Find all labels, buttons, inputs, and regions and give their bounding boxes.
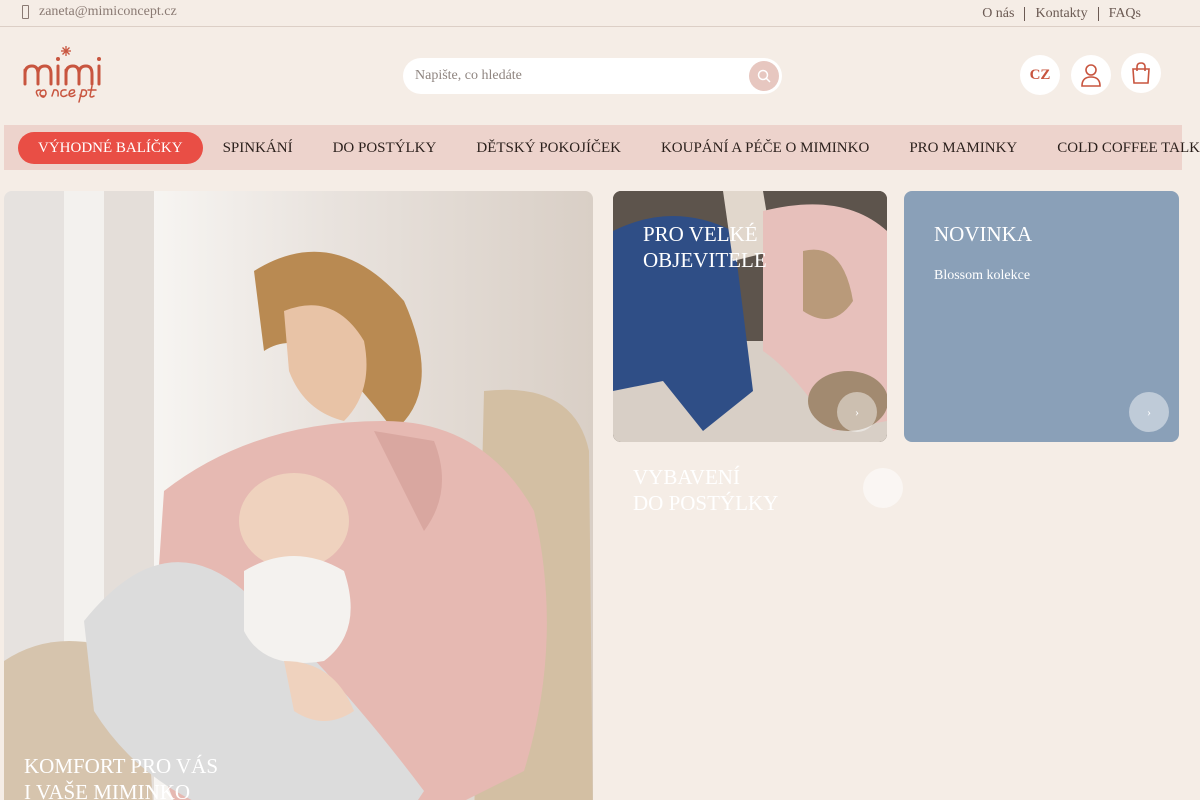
bedding-title-line2: DO POSTÝLKY [633,491,779,515]
nav-item-moms[interactable]: PRO MAMINKY [889,132,1037,164]
explorers-arrow-button[interactable]: › [837,392,877,432]
explorers-title-line2: OBJEVITELE [643,248,767,272]
link-about[interactable]: O nás [972,7,1024,21]
new-title: NOVINKA [934,222,1032,246]
nav-item-coffee-talks[interactable]: COLD COFFEE TALKS [1037,132,1200,164]
link-faqs[interactable]: FAQs [1097,7,1151,21]
email-text: zaneta@mimiconcept.cz [39,4,177,19]
hero-tile[interactable]: KOMFORT PRO VÁS I VAŠE MIMINKO [4,191,593,800]
new-arrow-button[interactable]: › [1129,392,1169,432]
shopping-bag-icon [1132,62,1150,84]
nav-item-nursery[interactable]: DĚTSKÝ POKOJÍČEK [456,132,641,164]
hero-title: KOMFORT PRO VÁS I VAŠE MIMINKO [24,753,218,800]
search-input[interactable] [415,58,745,94]
hero-photo [4,191,593,800]
main-navigation: VÝHODNÉ BALÍČKY SPINKÁNÍ DO POSTÝLKY DĚT… [4,125,1200,170]
account-button[interactable] [1071,55,1111,95]
explorers-title: PRO VELKÉ OBJEVITELE [643,221,767,273]
cart-button[interactable] [1121,53,1161,93]
bedding-title[interactable]: VYBAVENÍ DO POSTÝLKY [633,464,778,516]
phone-icon [22,5,29,19]
new-collection-tile[interactable]: NOVINKA Blossom kolekce › [904,191,1179,442]
nav-item-bundles[interactable]: VÝHODNÉ BALÍČKY [18,131,203,164]
user-icon [1081,64,1101,87]
language-button[interactable]: CZ [1020,55,1060,95]
nav-item-crib[interactable]: DO POSTÝLKY [313,132,457,164]
hero-title-line2: I VAŠE MIMINKO [24,780,191,800]
bedding-title-line1: VYBAVENÍ [633,465,740,489]
new-subtitle: Blossom kolekce [934,268,1031,283]
nav-item-bathing[interactable]: KOUPÁNÍ A PÉČE O MIMINKO [641,132,889,164]
contact-email[interactable]: zaneta@mimiconcept.cz [22,4,177,20]
search-button[interactable] [749,61,779,91]
search-bar [403,58,782,94]
link-contacts[interactable]: Kontakty [1024,7,1097,21]
explorers-title-line1: PRO VELKÉ [643,222,758,246]
bedding-arrow-button[interactable] [863,468,903,508]
search-icon [757,69,771,83]
mimi-concept-logo-icon [23,46,101,103]
arrow-right-icon: › [1147,404,1151,419]
nav-item-sleeping[interactable]: SPINKÁNÍ [203,132,313,164]
hero-title-line1: KOMFORT PRO VÁS [24,754,219,778]
arrow-right-icon: › [855,404,859,419]
top-links: O nás Kontakty FAQs [972,7,1151,21]
logo[interactable] [22,44,126,108]
top-bar: zaneta@mimiconcept.cz O nás Kontakty FAQ… [0,0,1200,27]
explorers-tile[interactable]: PRO VELKÉ OBJEVITELE › [613,191,887,442]
